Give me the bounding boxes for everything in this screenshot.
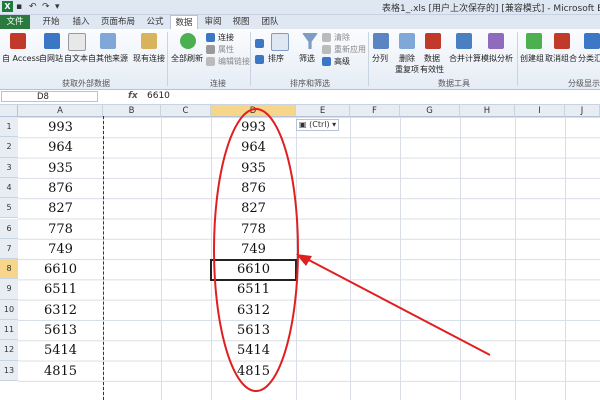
annotation-overlay bbox=[213, 108, 491, 392]
annotation-ellipse bbox=[213, 108, 299, 392]
annotation-arrow-line bbox=[304, 257, 491, 356]
